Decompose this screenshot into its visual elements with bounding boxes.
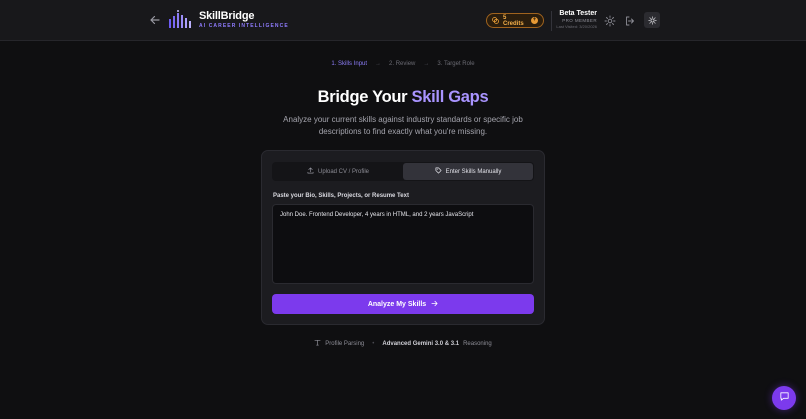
page-title: Bridge Your Skill Gaps [0,88,806,107]
step-target-role[interactable]: 3. Target Role [437,61,474,67]
tab-enter-label: Enter Skills Manually [445,168,502,175]
feature-profile-parsing: Profile Parsing [314,339,364,348]
coins-icon [492,17,499,24]
feature-parsing-label: Profile Parsing [325,340,365,347]
step-skills-input[interactable]: 1. Skills Input [331,61,367,67]
chat-bubble-icon [779,389,790,407]
back-arrow-icon[interactable] [148,13,162,27]
add-credits-icon[interactable]: + [531,17,538,24]
page-subtitle: Analyze your current skills against indu… [283,115,523,136]
user-tier: PRO MEMBER [562,18,597,23]
tab-upload-label: Upload CV / Profile [317,168,370,175]
logo-name: SkillBridge [199,10,255,22]
user-info: Beta Tester PRO MEMBER Last Visited: 3/2… [556,10,597,29]
feature-strip: Profile Parsing • Advanced Gemini 3.0 & … [0,339,806,348]
step-arrow-icon: → [375,61,382,67]
logo-bars-icon [168,10,192,28]
analyze-button[interactable]: Analyze My Skills [272,294,534,314]
title-accent: Skill Gaps [411,88,489,106]
chat-button[interactable] [772,386,796,410]
user-last-active: Last Visited: 3/20/2026 [556,24,597,29]
step-arrow-icon: → [423,61,430,67]
progress-stepper: 1. Skills Input → 2. Review → 3. Target … [0,61,806,67]
logout-icon[interactable] [624,14,636,26]
gear-icon[interactable] [604,14,616,27]
feature-separator: • [372,340,375,347]
user-name: Beta Tester [559,10,597,17]
credits-label: 5 Credits [503,14,524,27]
step-review[interactable]: 2. Review [389,61,415,67]
tab-enter-skills[interactable]: Enter Skills Manually [403,163,533,180]
upload-icon [307,167,314,176]
header-divider [551,11,552,31]
feature-model-label: Advanced Gemini 3.0 & 3.1 [382,340,460,347]
app-header: SkillBridge AI CAREER INTELLIGENCE 5 Cre… [0,0,806,41]
input-mode-tabs: Upload CV / Profile Enter Skills Manuall… [272,162,534,181]
tag-icon [435,167,442,176]
feature-model: Advanced Gemini 3.0 & 3.1 Reasoning [382,341,491,347]
logo-tagline: AI CAREER INTELLIGENCE [199,23,289,29]
analyze-label: Analyze My Skills [367,300,427,308]
field-label: Paste your Bio, Skills, Projects, or Res… [273,193,409,199]
text-icon [314,339,321,348]
theme-toggle-sun-icon[interactable] [644,12,660,28]
tab-upload-cv[interactable]: Upload CV / Profile [273,163,403,180]
arrow-right-icon [431,300,438,309]
title-prefix: Bridge Your [317,88,412,106]
skills-input-card: Upload CV / Profile Enter Skills Manuall… [261,150,545,325]
feature-model-suffix: Reasoning [463,340,492,347]
skills-textarea[interactable]: John Doe. Frontend Developer, 4 years in… [272,204,534,284]
credits-badge[interactable]: 5 Credits + [486,13,544,28]
